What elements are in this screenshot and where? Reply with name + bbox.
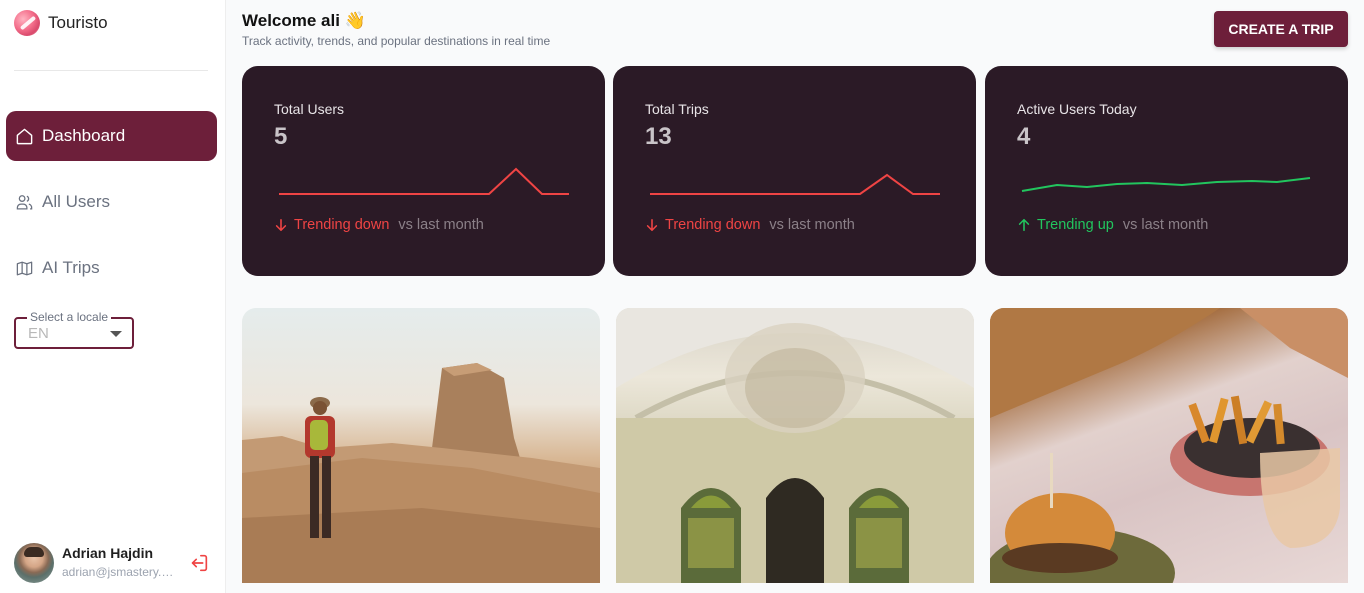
- stat-card-total-trips: Total Trips 13 Trending down vs last mon…: [613, 66, 976, 276]
- trend-sparkline: [1021, 177, 1311, 192]
- trend-compare: vs last month: [769, 217, 855, 233]
- sidebar-item-all-users[interactable]: All Users: [6, 177, 217, 227]
- palace-photo-illustration: [616, 308, 974, 583]
- logout-icon[interactable]: [188, 552, 210, 574]
- brand[interactable]: Touristo: [14, 10, 108, 36]
- stat-card-total-users: Total Users 5 Trending down vs last mont…: [242, 66, 605, 276]
- sidebar: Touristo Dashboard All Users AI Trips Se…: [0, 0, 226, 593]
- destination-image-desert[interactable]: [242, 308, 600, 583]
- avatar: [14, 543, 54, 583]
- trend-sparkline: [650, 173, 940, 195]
- trend-compare: vs last month: [1122, 217, 1209, 233]
- touristo-logo-icon: [14, 10, 40, 36]
- locale-select[interactable]: Select a locale EN: [14, 310, 134, 349]
- brand-name: Touristo: [48, 13, 108, 32]
- sidebar-divider: [14, 70, 208, 71]
- map-icon: [16, 261, 33, 275]
- home-icon: [16, 128, 33, 144]
- profile-name: Adrian Hajdin: [62, 545, 154, 561]
- arrow-up-icon: [1018, 218, 1030, 232]
- trend-indicator: Trending down vs last month: [274, 217, 484, 233]
- trend-text: Trending down: [294, 217, 390, 233]
- sidebar-item-ai-trips[interactable]: AI Trips: [6, 243, 217, 293]
- stat-label: Total Trips: [645, 101, 709, 117]
- stat-label: Active Users Today: [1017, 101, 1137, 117]
- page-subtitle: Track activity, trends, and popular dest…: [242, 34, 551, 48]
- sidebar-item-label: AI Trips: [42, 258, 100, 277]
- create-trip-button[interactable]: CREATE A TRIP: [1214, 11, 1348, 47]
- destination-image-food[interactable]: [990, 308, 1348, 583]
- stat-label: Total Users: [274, 101, 345, 117]
- stat-value: 13: [645, 123, 672, 150]
- stat-card-active-users-today: Active Users Today 4 Trending up vs last…: [985, 66, 1348, 276]
- sidebar-item-label: All Users: [42, 192, 111, 211]
- destination-image-palace[interactable]: [616, 308, 974, 583]
- desert-photo-illustration: [242, 363, 600, 583]
- trend-indicator: Trending down vs last month: [645, 217, 855, 233]
- trend-compare: vs last month: [398, 217, 484, 233]
- sidebar-item-dashboard[interactable]: Dashboard: [6, 111, 217, 161]
- trend-text: Trending up: [1037, 217, 1114, 233]
- trend-sparkline: [279, 167, 569, 195]
- trend-text: Trending down: [665, 217, 761, 233]
- locale-select-label: Select a locale: [27, 310, 112, 324]
- users-icon: [16, 194, 33, 209]
- arrow-down-icon: [646, 218, 658, 232]
- sidebar-item-label: Dashboard: [42, 126, 126, 145]
- stat-value: 5: [274, 123, 288, 150]
- trend-indicator: Trending up vs last month: [1017, 217, 1208, 233]
- food-photo-illustration: [990, 308, 1348, 583]
- locale-select-value: EN: [28, 325, 49, 342]
- profile-email: adrian@jsmastery.pro: [62, 565, 174, 579]
- stat-value: 4: [1017, 123, 1031, 150]
- page-title: Welcome ali 👋: [242, 11, 366, 30]
- user-profile: Adrian Hajdin adrian@jsmastery.pro: [14, 543, 214, 583]
- chevron-down-icon: [110, 331, 122, 337]
- arrow-down-icon: [275, 218, 287, 232]
